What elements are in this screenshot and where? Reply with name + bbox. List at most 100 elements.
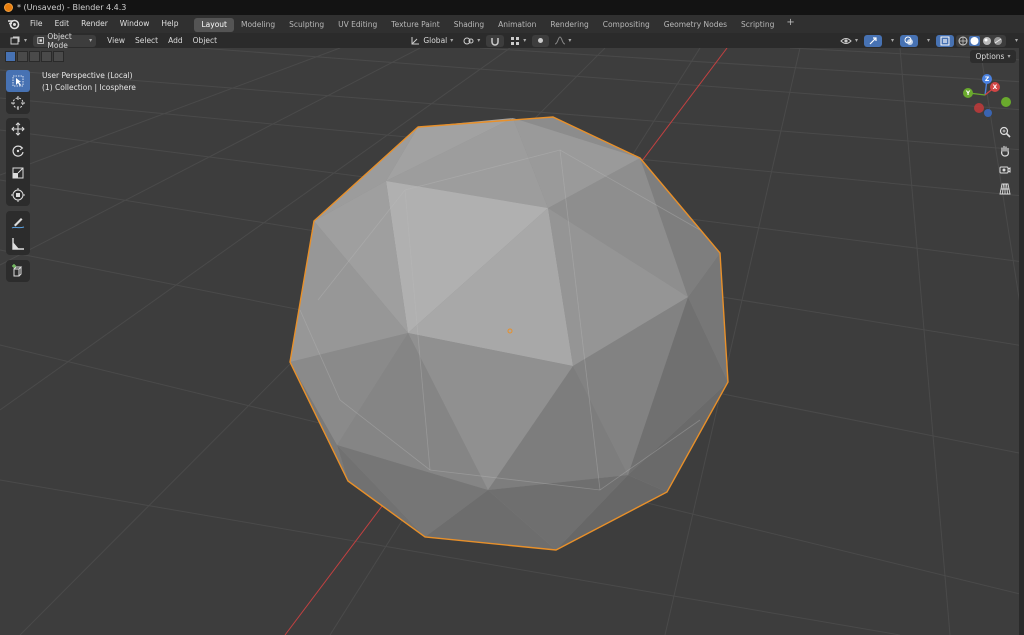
hand-icon: [1001, 145, 1009, 157]
menu-render[interactable]: Render: [75, 15, 114, 33]
falloff-icon: [555, 36, 566, 45]
tab-layout[interactable]: Layout: [194, 18, 234, 32]
tool-scale[interactable]: [6, 162, 30, 184]
cursor-icon: [11, 96, 25, 110]
pivot-point-dropdown[interactable]: ▾: [459, 35, 484, 47]
add-cube-icon: [12, 264, 23, 277]
menu-window[interactable]: Window: [114, 15, 156, 33]
proportional-edit-toggle[interactable]: [532, 34, 550, 47]
shading-modes[interactable]: [955, 34, 1006, 47]
select-subtract-mode[interactable]: [29, 51, 40, 62]
gizmo-y-label[interactable]: Y: [963, 88, 973, 98]
tab-sculpting[interactable]: Sculpting: [282, 18, 331, 32]
collection-label: (1) Collection | Icosphere: [42, 83, 136, 92]
gizmo-x-label[interactable]: X: [990, 82, 1000, 92]
magnet-icon: [491, 37, 500, 46]
annotate-icon: [11, 218, 25, 229]
visibility-dropdown[interactable]: ▾: [836, 35, 862, 47]
blender-logo-icon[interactable]: [6, 17, 20, 31]
mode-label: Object Mode: [47, 31, 72, 50]
falloff-dropdown[interactable]: ▾: [551, 35, 575, 47]
menu-file[interactable]: File: [24, 15, 49, 33]
menu-select[interactable]: Select: [130, 36, 163, 45]
selection-mode-strip: [5, 51, 65, 62]
tool-cursor[interactable]: [6, 92, 30, 114]
workspace-tabs: Layout Modeling Sculpting UV Editing Tex…: [194, 16, 799, 32]
tool-add-cube[interactable]: [6, 260, 30, 282]
select-box-icon: [12, 75, 24, 87]
gizmo-dropdown[interactable]: ▾: [884, 35, 898, 47]
orientation-icon: [411, 36, 420, 44]
transform-tools: [6, 118, 30, 206]
shading-mode-icons: [958, 35, 1002, 46]
select-new-mode[interactable]: [5, 51, 16, 62]
viewport-scene: [0, 48, 1024, 635]
viewport-header: ▾ Object Mode ▾ View Select Add Object G…: [0, 31, 1024, 50]
zoom-icon: [999, 126, 1011, 138]
perspective-label: User Perspective (Local): [42, 71, 133, 80]
xray-icon: [940, 36, 950, 45]
3d-viewport[interactable]: Z X Y User Perspective (Local) (1) Colle…: [0, 48, 1024, 635]
gizmo-toggle[interactable]: [863, 34, 882, 47]
overlay-icon: [904, 36, 913, 45]
tool-move[interactable]: [6, 118, 30, 140]
pivot-icon: [463, 37, 474, 44]
tool-shelf: [6, 70, 30, 114]
options-dropdown[interactable]: Options ▾: [970, 50, 1016, 63]
top-bar: File Edit Render Window Help Layout Mode…: [0, 15, 1024, 33]
mode-dropdown[interactable]: Object Mode ▾: [33, 31, 97, 50]
title-bar: * (Unsaved) - Blender 4.4.3: [0, 0, 1024, 15]
measure-icon: [12, 238, 24, 250]
tab-texture-paint[interactable]: Texture Paint: [384, 18, 446, 32]
shading-dropdown[interactable]: ▾: [1008, 35, 1022, 47]
tab-animation[interactable]: Animation: [491, 18, 543, 32]
snap-toggle[interactable]: [486, 34, 505, 47]
overlay-toggle[interactable]: [899, 34, 918, 47]
tab-rendering[interactable]: Rendering: [543, 18, 595, 32]
transform-icon: [11, 188, 25, 202]
tool-select-box[interactable]: [6, 70, 30, 92]
tab-scripting[interactable]: Scripting: [734, 18, 781, 32]
snap-grid-icon: [511, 36, 520, 45]
menu-object[interactable]: Object: [188, 36, 222, 45]
tab-modeling[interactable]: Modeling: [234, 18, 282, 32]
xray-toggle[interactable]: [935, 34, 954, 47]
camera-view-button[interactable]: [996, 161, 1014, 179]
menu-view[interactable]: View: [102, 36, 130, 45]
add-tools: [6, 260, 30, 282]
tool-annotate[interactable]: [6, 211, 30, 233]
menu-edit[interactable]: Edit: [49, 15, 76, 33]
select-intersect-mode[interactable]: [53, 51, 64, 62]
tab-compositing[interactable]: Compositing: [596, 18, 657, 32]
proportional-icon: [538, 38, 544, 43]
tool-measure[interactable]: [6, 233, 30, 255]
menu-help[interactable]: Help: [155, 15, 184, 33]
tab-uv-editing[interactable]: UV Editing: [331, 18, 384, 32]
perspective-toggle-button[interactable]: [996, 180, 1014, 198]
gizmo-icon: [869, 36, 877, 44]
move-icon: [11, 122, 25, 136]
editor-type-button[interactable]: ▾: [6, 35, 31, 47]
grid-icon: [999, 183, 1011, 195]
editor-type-icon: [10, 36, 20, 44]
camera-icon: [999, 166, 1011, 174]
object-mode-icon: [37, 37, 44, 44]
blender-app-icon: [4, 3, 13, 12]
snap-target-dropdown[interactable]: ▾: [506, 35, 530, 47]
rotate-icon: [12, 145, 24, 157]
menu-add[interactable]: Add: [163, 36, 188, 45]
tool-transform[interactable]: [6, 184, 30, 206]
select-invert-mode[interactable]: [41, 51, 52, 62]
add-workspace-button[interactable]: +: [781, 16, 799, 32]
tool-rotate[interactable]: [6, 140, 30, 162]
pan-button[interactable]: [996, 142, 1014, 160]
zoom-button[interactable]: [996, 123, 1014, 141]
transform-orientation-dropdown[interactable]: Global ▾: [406, 35, 457, 47]
scale-icon: [12, 167, 24, 179]
tab-geometry-nodes[interactable]: Geometry Nodes: [657, 18, 734, 32]
overlay-dropdown[interactable]: ▾: [920, 35, 934, 47]
icosphere[interactable]: [289, 116, 729, 551]
tab-shading[interactable]: Shading: [447, 18, 491, 32]
select-extend-mode[interactable]: [17, 51, 28, 62]
orientation-label: Global: [423, 36, 448, 45]
